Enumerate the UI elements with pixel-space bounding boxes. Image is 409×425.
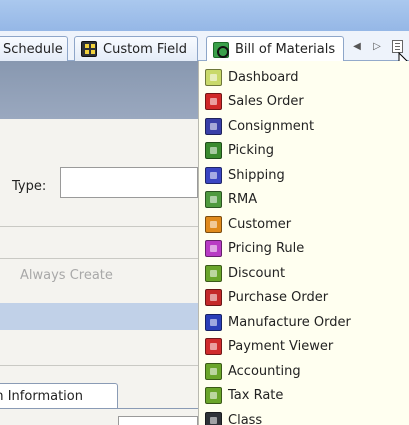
menu-item-shipping[interactable]: Shipping — [205, 163, 405, 187]
menu-item-label: Dashboard — [228, 69, 299, 85]
menu-item-tax-rate[interactable]: Tax Rate — [205, 383, 405, 407]
item-field[interactable] — [118, 416, 198, 425]
menu-item-label: Discount — [228, 265, 286, 281]
menu-item-purchase-order[interactable]: Purchase Order — [205, 285, 405, 309]
menu-item-pricing-rule[interactable]: Pricing Rule — [205, 236, 405, 260]
tab-item-information[interactable]: Item Information — [0, 383, 118, 408]
menu-item-label: Customer — [228, 216, 292, 232]
menu-item-rma[interactable]: RMA — [205, 187, 405, 211]
tab-scroll-left-glyph: ◀ — [353, 40, 361, 52]
tab-custom-field[interactable]: Custom Field — [74, 36, 198, 61]
menu-item-label: Sales Order — [228, 93, 304, 109]
menu-item-label: Consignment — [228, 118, 315, 134]
menu-item-picking[interactable]: Picking — [205, 138, 405, 162]
dashboard-icon — [205, 68, 222, 86]
tab-bill-of-materials[interactable]: Bill of Materials — [206, 36, 344, 62]
rma-icon — [205, 190, 222, 208]
tab-scroll-right-glyph: ▷ — [373, 40, 381, 52]
picking-icon — [205, 141, 222, 159]
panel-header — [0, 61, 198, 119]
divider — [0, 365, 198, 366]
pricing-rule-icon — [205, 239, 222, 257]
tab-scroll-left-icon[interactable]: ◀ — [350, 31, 364, 61]
consignment-icon — [205, 117, 222, 135]
menu-item-label: Class — [228, 412, 263, 425]
bill-of-materials-icon — [213, 41, 229, 58]
divider — [0, 226, 198, 227]
discount-icon — [205, 264, 222, 282]
menu-item-customer[interactable]: Customer — [205, 212, 405, 236]
class-icon — [205, 411, 222, 425]
tab-label: Bill of Materials — [235, 42, 336, 57]
menu-item-label: Pricing Rule — [228, 240, 305, 256]
menu-item-class[interactable]: Class — [205, 408, 405, 425]
sales-order-icon — [205, 92, 222, 110]
selected-row[interactable] — [0, 303, 198, 330]
payment-viewer-icon — [205, 337, 222, 355]
always-create-label: Always Create — [20, 268, 113, 283]
divider — [0, 258, 198, 259]
purchase-order-icon — [205, 288, 222, 306]
menu-item-consignment[interactable]: Consignment — [205, 114, 405, 138]
manufacture-order-icon — [205, 313, 222, 331]
menu-item-label: Picking — [228, 142, 274, 158]
shipping-icon — [205, 166, 222, 184]
custom-field-icon — [81, 41, 97, 57]
tab-scroll-right-icon[interactable]: ▷ — [370, 31, 384, 61]
customer-icon — [205, 215, 222, 233]
menu-item-label: Accounting — [228, 363, 301, 379]
type-field[interactable] — [60, 167, 198, 198]
menu-item-payment-viewer[interactable]: Payment Viewer — [205, 334, 405, 358]
menu-item-manufacture-order[interactable]: Manufacture Order — [205, 310, 405, 334]
type-label: Type: — [12, 179, 47, 194]
tab-underline — [0, 408, 198, 409]
menu-item-label: Payment Viewer — [228, 338, 334, 354]
tab-bar: Schedule Custom Field Bill of Materials — [0, 31, 409, 62]
menu-item-label: RMA — [228, 191, 258, 207]
tab-label: Item Information — [0, 388, 83, 404]
menu-item-label: Shipping — [228, 167, 285, 183]
tax-rate-icon — [205, 386, 222, 404]
menu-item-sales-order[interactable]: Sales Order — [205, 89, 405, 113]
accounting-icon — [205, 362, 222, 380]
menu-item-discount[interactable]: Discount — [205, 261, 405, 285]
menu-item-label: Purchase Order — [228, 289, 329, 305]
menu-item-label: Manufacture Order — [228, 314, 351, 330]
tab-label: Custom Field — [103, 41, 187, 57]
menu-item-accounting[interactable]: Accounting — [205, 359, 405, 383]
window-top-strip — [0, 0, 409, 31]
tab-schedule[interactable]: Schedule — [0, 36, 68, 61]
menu-item-dashboard[interactable]: Dashboard — [205, 65, 405, 89]
tab-list-menu: Dashboard Sales Order Consignment Pickin… — [198, 61, 409, 425]
menu-item-label: Tax Rate — [228, 387, 284, 403]
tab-label: Schedule — [3, 41, 63, 57]
